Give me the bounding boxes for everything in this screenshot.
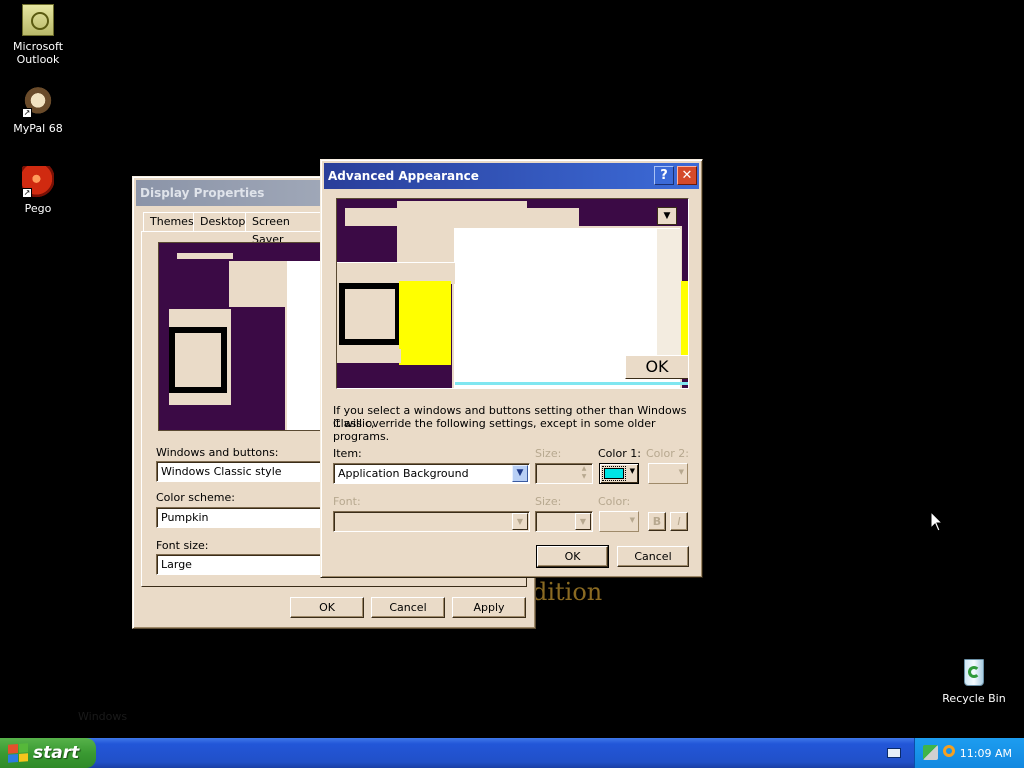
display-preview — [158, 242, 322, 431]
desktop-icon-label: MyPal 68 — [13, 122, 63, 135]
desktop-icon-label: Microsoft Outlook — [12, 40, 64, 66]
chevron-down-icon: ▼ — [512, 513, 528, 530]
chevron-down-icon: ▼ — [629, 516, 635, 524]
clock[interactable]: 11:09 AM — [960, 747, 1012, 760]
item-select-value: Application Background — [338, 467, 469, 480]
recycle-bin-icon — [958, 656, 990, 688]
chevron-down-icon: ▼ — [629, 467, 635, 475]
start-button[interactable]: start — [0, 738, 96, 768]
chevron-down-icon: ▼ — [575, 513, 591, 530]
size-label: Size: — [535, 447, 562, 460]
window-title: Advanced Appearance — [328, 169, 479, 183]
desktop-icon-recycle-bin[interactable]: Recycle Bin — [936, 656, 1012, 705]
size-spinner[interactable]: ▲ ▼ — [535, 463, 593, 484]
tab-desktop[interactable]: Desktop — [193, 212, 253, 232]
font-color-label: Color: — [598, 495, 631, 508]
shortcut-arrow-icon: ↗ — [22, 188, 32, 198]
preview-dropdown-icon: ▼ — [657, 207, 677, 225]
chevron-down-icon: ▼ — [678, 468, 684, 476]
font-size-label: Size: — [535, 495, 562, 508]
help-icon: ? — [660, 168, 668, 183]
aa-cancel-button[interactable]: Cancel — [617, 546, 689, 567]
desktop-icon-label: Pego — [24, 202, 52, 215]
color2-picker-button[interactable]: ▼ — [648, 463, 688, 484]
color2-label: Color 2: — [646, 447, 689, 460]
keyboard-icon[interactable] — [887, 748, 901, 758]
color1-label: Color 1: — [598, 447, 641, 460]
desktop-icon-mypal[interactable]: ↗ MyPal 68 — [0, 86, 76, 135]
window-title: Display Properties — [140, 186, 265, 200]
outlook-icon — [22, 4, 54, 36]
font-size-label: Font size: — [156, 539, 209, 552]
wallpaper-faint-text: Windows — [78, 710, 128, 723]
system-tray: 11:09 AM — [914, 738, 1024, 768]
font-color-picker-button[interactable]: ▼ — [599, 511, 639, 532]
advanced-preview[interactable]: ▼ OK — [336, 198, 689, 389]
item-label: Item: — [333, 447, 362, 460]
advanced-appearance-window: Advanced Appearance ? ✕ ▼ OK If you sele… — [320, 159, 703, 578]
desktop: dition Windows Microsoft Outlook ↗ MyPal… — [0, 0, 1024, 738]
info-text-line-2: it will override the following settings,… — [333, 417, 656, 443]
font-label: Font: — [333, 495, 361, 508]
color1-swatch — [602, 466, 626, 481]
dp-ok-button[interactable]: OK — [290, 597, 364, 618]
search-icon[interactable] — [943, 745, 955, 757]
preview-ok-button: OK — [625, 355, 688, 379]
bold-button[interactable]: B — [648, 512, 666, 531]
tab-screen-saver[interactable]: Screen Saver — [245, 212, 321, 246]
desktop-icon-pego[interactable]: ↗ Pego — [0, 166, 76, 215]
mypal-icon: ↗ — [22, 86, 54, 118]
start-label: start — [33, 743, 80, 763]
chevron-down-icon: ▼ — [512, 465, 528, 482]
dp-cancel-button[interactable]: Cancel — [371, 597, 445, 618]
taskbar: start 11:09 AM — [0, 738, 1024, 768]
aa-ok-button[interactable]: OK — [536, 545, 609, 568]
close-button[interactable]: ✕ — [677, 166, 697, 185]
color-scheme-select[interactable]: Pumpkin — [156, 507, 322, 528]
network-icon[interactable] — [923, 745, 938, 760]
advanced-appearance-titlebar[interactable]: Advanced Appearance ? ✕ — [324, 163, 699, 189]
windows-buttons-select[interactable]: Windows Classic style — [156, 461, 322, 482]
color1-picker-button[interactable]: ▼ — [599, 463, 639, 484]
font-select[interactable]: ▼ — [333, 511, 530, 532]
font-size-select[interactable]: Large — [156, 554, 322, 575]
spinner-arrows-icon: ▲ ▼ — [581, 465, 587, 480]
italic-button[interactable]: I — [670, 512, 688, 531]
font-size-select[interactable]: ▼ — [535, 511, 593, 532]
color-scheme-label: Color scheme: — [156, 491, 235, 504]
desktop-icon-label: Recycle Bin — [942, 692, 1006, 705]
wallpaper-text: dition — [532, 578, 603, 606]
shortcut-arrow-icon: ↗ — [22, 108, 32, 118]
windows-buttons-label: Windows and buttons: — [156, 446, 279, 459]
close-icon: ✕ — [681, 168, 693, 183]
item-select[interactable]: Application Background ▼ — [333, 463, 530, 484]
desktop-icon-outlook[interactable]: Microsoft Outlook — [0, 4, 76, 66]
dp-apply-button[interactable]: Apply — [452, 597, 526, 618]
help-button[interactable]: ? — [654, 166, 674, 185]
pego-icon: ↗ — [22, 166, 54, 198]
windows-logo-icon — [8, 743, 28, 763]
